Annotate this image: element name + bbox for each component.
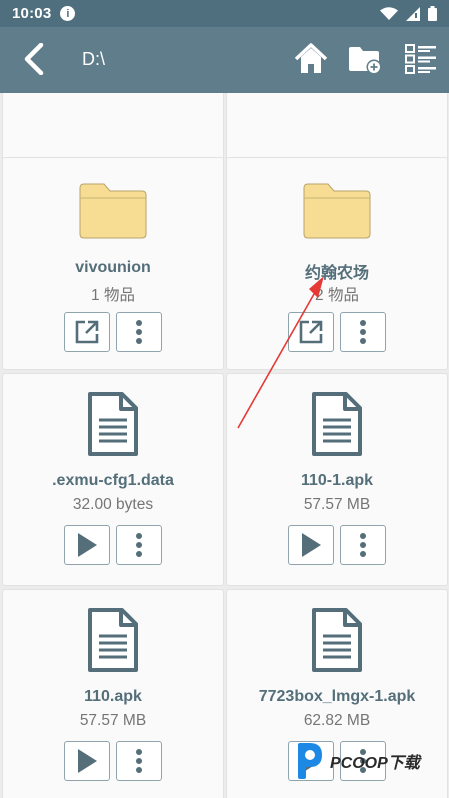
open-external-icon [299, 320, 323, 344]
more-vert-icon [136, 320, 142, 344]
watermark: PCOOP下载 [294, 740, 444, 782]
document-icon [88, 392, 138, 456]
item-name: vivounion [75, 259, 151, 276]
grid-item-folder[interactable]: vivounion 1 物品 [2, 157, 224, 370]
open-external-button[interactable] [64, 312, 110, 352]
item-meta: 62.82 MB [303, 712, 371, 729]
play-icon [78, 533, 97, 557]
more-options-button[interactable] [340, 312, 386, 352]
item-name: .exmu-cfg1.data [52, 472, 174, 489]
grid-item-file[interactable]: .exmu-cfg1.data 32.00 bytes [2, 373, 224, 586]
battery-icon [428, 6, 437, 21]
grid-item-file[interactable]: 110-1.apk 57.57 MB [226, 373, 448, 586]
more-options-button[interactable] [116, 312, 162, 352]
more-options-button[interactable] [340, 525, 386, 565]
pcoop-logo-icon [298, 743, 322, 779]
list-view-icon [405, 44, 436, 74]
item-meta: 57.57 MB [303, 496, 371, 513]
play-button[interactable] [64, 741, 110, 781]
back-button[interactable] [16, 41, 52, 77]
open-external-button[interactable] [288, 312, 334, 352]
item-meta: 57.57 MB [79, 712, 147, 729]
item-meta: 2 物品 [315, 287, 359, 304]
more-vert-icon [360, 533, 366, 557]
open-external-icon [75, 320, 99, 344]
more-vert-icon [136, 749, 142, 773]
info-icon: i [60, 6, 76, 21]
watermark-text: PCOOP下载 [330, 755, 420, 772]
item-meta: 32.00 bytes [72, 496, 154, 513]
current-path: D:\ [82, 49, 106, 69]
item-name: 110.apk [84, 688, 142, 705]
status-time: 10:03 [12, 5, 52, 22]
document-icon [88, 608, 138, 672]
item-name: 110-1.apk [300, 472, 374, 489]
file-grid: vivounion 1 物品 约翰农场 2 物品 .exmu-cfg1.data… [0, 93, 449, 798]
grid-item-folder[interactable]: 约翰农场 2 物品 [226, 157, 448, 370]
more-vert-icon [136, 533, 142, 557]
item-name: 约翰农场 [304, 265, 369, 282]
document-icon [312, 392, 362, 456]
cellular-icon [406, 6, 420, 21]
document-icon [312, 608, 362, 672]
more-options-button[interactable] [116, 741, 162, 781]
play-button[interactable] [64, 525, 110, 565]
folder-icon [79, 183, 147, 239]
app-bar: D:\ [0, 27, 449, 93]
grid-item-file[interactable]: 110.apk 57.57 MB [2, 589, 224, 798]
status-bar: 10:03 i [0, 0, 449, 27]
back-arrow-icon [24, 43, 44, 75]
folder-icon [303, 183, 371, 239]
item-meta: 1 物品 [91, 287, 135, 304]
new-folder-button[interactable] [346, 40, 384, 78]
home-icon [294, 43, 328, 73]
more-options-button[interactable] [116, 525, 162, 565]
item-name: 7723box_lmgx-1.apk [258, 688, 416, 705]
home-button[interactable] [292, 40, 330, 78]
wifi-icon [380, 6, 398, 20]
play-button[interactable] [288, 525, 334, 565]
more-vert-icon [360, 320, 366, 344]
play-icon [302, 533, 321, 557]
new-folder-icon [349, 47, 382, 75]
view-mode-button[interactable] [402, 40, 440, 78]
play-icon [78, 749, 97, 773]
